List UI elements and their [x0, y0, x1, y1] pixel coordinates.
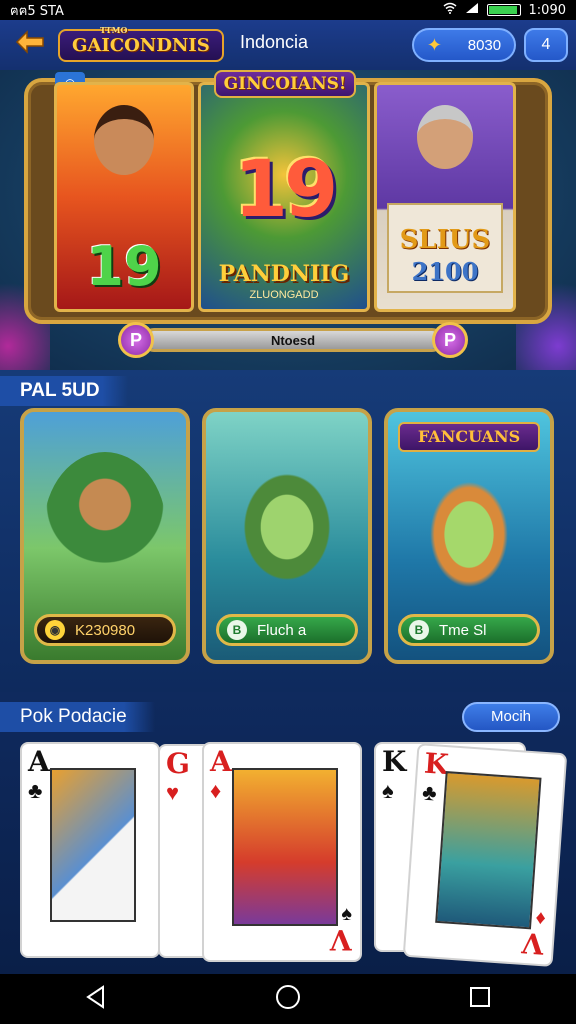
- hero-panel-center[interactable]: 19 PANDNIIG ZLUONGADD: [198, 82, 370, 312]
- battery-icon: [486, 4, 521, 16]
- signal-icon: [465, 2, 479, 18]
- nav-back-button[interactable]: [66, 979, 126, 1019]
- game-card-button-label: Fluch a: [257, 621, 307, 639]
- play-icon: B: [227, 620, 247, 640]
- progress-track: Ntoesd: [142, 328, 444, 352]
- club-icon: ♣: [28, 778, 43, 803]
- panel-right-label: SLIUS: [399, 225, 491, 255]
- coin-icon: ◉: [45, 620, 65, 640]
- fish-art: [408, 452, 530, 602]
- panel-center-sub: ZLUONGADD: [249, 289, 319, 301]
- logo-text: GAICONDNIS: [72, 34, 210, 56]
- app-header: TTMO GAICONDNIS Indoncia ✦ 8030 4: [0, 20, 576, 70]
- coin-icon: ✦: [426, 34, 442, 55]
- status-time: 1:090: [528, 2, 566, 18]
- panel-center-number: 19: [233, 145, 339, 235]
- game-card-button[interactable]: B Fluch a: [216, 614, 358, 646]
- card-corner-rank: V: [330, 923, 352, 956]
- section-title: PAL 5UD: [0, 376, 128, 406]
- card-art: [232, 768, 338, 926]
- menu-button[interactable]: 4: [524, 28, 568, 62]
- game-card-banner: FANCUANS: [398, 422, 540, 452]
- section-title: Pok Podacie: [0, 702, 155, 732]
- playing-card[interactable]: K ♣ ♦ V: [402, 743, 568, 967]
- hero-panel-left[interactable]: 19: [54, 82, 194, 312]
- club-icon: ♣: [421, 779, 438, 806]
- back-button[interactable]: [10, 28, 50, 62]
- diamond-icon: ♦: [210, 778, 222, 803]
- game-card-button-label: Tme Sl: [439, 621, 487, 639]
- card-rank: A: [28, 745, 50, 778]
- progress-label: Ntoesd: [270, 333, 316, 348]
- playing-card[interactable]: A ♣: [20, 742, 160, 958]
- game-card-button[interactable]: ◉ K230980: [34, 614, 176, 646]
- game-card[interactable]: ◉ K230980: [20, 408, 190, 664]
- poker-section: Pok Podacie Mocih A ♣ G ♥ A ♦ ♠ V K ♠ K …: [0, 692, 576, 974]
- card-rank: K: [382, 745, 407, 778]
- triangle-back-icon: [85, 984, 107, 1014]
- card-rank: A: [210, 745, 232, 778]
- progress-knob-right[interactable]: P: [432, 322, 468, 358]
- progress-knob-left[interactable]: P: [118, 322, 154, 358]
- card-rank: G: [166, 747, 190, 780]
- featured-games-section: PAL 5UD ◉ K230980 B Fluch a FANCUANS B T…: [0, 370, 576, 692]
- game-card[interactable]: B Fluch a: [202, 408, 372, 664]
- panel-left-number: 19: [86, 235, 162, 298]
- game-card[interactable]: FANCUANS B Tme Sl: [384, 408, 554, 664]
- hero-progress[interactable]: Ntoesd P P: [118, 322, 468, 358]
- knight-portrait: [417, 105, 473, 169]
- status-right: 1:090: [443, 2, 566, 18]
- square-recents-icon: [469, 986, 491, 1013]
- card-corner-rank: V: [521, 925, 546, 961]
- status-left-text: ฅฅ5 STA: [10, 3, 64, 19]
- back-arrow-icon: [15, 29, 45, 61]
- hero-banner[interactable]: ◎ 19 19 PANDNIIG ZLUONGADD SLIUS 2100 GI…: [0, 70, 576, 370]
- panel-right-number: 2100: [411, 257, 479, 286]
- status-bar: ฅฅ5 STA 1:090: [0, 0, 576, 20]
- warrior-art: [44, 452, 166, 602]
- card-art: [435, 771, 542, 930]
- system-nav-bar: [0, 974, 576, 1024]
- logo-subtext: TTMO: [100, 24, 128, 35]
- nav-home-button[interactable]: [258, 979, 318, 1019]
- mode-button[interactable]: Mocih: [462, 702, 560, 732]
- character-portrait: [94, 105, 154, 175]
- game-card-button[interactable]: B Tme Sl: [398, 614, 540, 646]
- circle-home-icon: [275, 984, 301, 1015]
- wifi-icon: [443, 2, 457, 18]
- menu-label: 4: [541, 36, 551, 53]
- hero-title: GINCOIANS!: [214, 70, 356, 98]
- header-title: Indoncia: [240, 32, 309, 52]
- panel-center-label: PANDNIIG: [218, 261, 350, 287]
- hero-panel-right[interactable]: SLIUS 2100: [374, 82, 516, 312]
- coin-balance-button[interactable]: ✦ 8030: [412, 28, 516, 62]
- heart-icon: ♥: [166, 780, 180, 805]
- app-logo: TTMO GAICONDNIS: [58, 25, 224, 62]
- playing-card[interactable]: A ♦ ♠ V: [202, 742, 362, 962]
- spade-icon: ♠: [382, 778, 394, 803]
- fish-art: [226, 452, 348, 602]
- nav-recents-button[interactable]: [450, 979, 510, 1019]
- play-icon: B: [409, 620, 429, 640]
- card-art: [50, 768, 136, 922]
- coin-balance: 8030: [467, 36, 502, 54]
- game-card-button-label: K230980: [75, 621, 136, 639]
- battery-fill: [488, 6, 517, 14]
